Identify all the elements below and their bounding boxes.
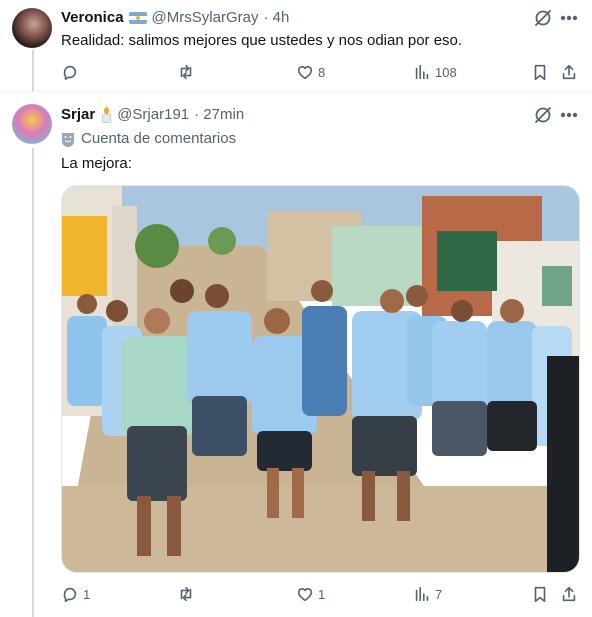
more-icon [560,15,578,21]
community-notes-text: Cuenta de comentarios [81,130,237,147]
views-icon [415,586,429,602]
views-button[interactable]: 7 [413,585,442,603]
tweet-photo[interactable] [61,185,580,573]
like-icon [297,66,313,80]
community-notes-icon [62,132,74,147]
grok-icon [535,10,551,26]
like-button[interactable]: 8 [296,63,325,81]
views-count: 7 [435,586,443,602]
share-button[interactable] [560,63,578,81]
retweet-button[interactable] [177,585,199,603]
like-button[interactable]: 1 [296,585,325,603]
author-name[interactable]: Veronica [61,9,124,26]
tweet-divider [0,91,592,92]
reply-count: 1 [83,586,91,602]
tweet2-header: Srjar @Srjar191 · 27min [61,106,244,123]
views-button[interactable]: 108 [413,63,457,81]
thread-line [32,148,34,617]
srjar-avatar[interactable] [12,104,52,144]
bookmark-icon [534,586,546,603]
tweet-time[interactable]: · 4h [263,9,289,26]
grok-button[interactable] [533,8,553,33]
veronica-avatar[interactable] [12,8,52,48]
retweet-icon [180,64,192,80]
argentina-flag-icon [128,11,147,24]
candle-icon [100,106,112,123]
author-name[interactable]: Srjar [61,106,95,123]
like-icon [297,588,313,602]
thread-line [32,50,34,92]
bookmark-button[interactable] [531,585,549,603]
bookmark-icon [534,64,546,81]
retweet-icon [180,586,192,602]
like-count: 1 [318,586,326,602]
like-count: 8 [318,64,326,80]
reply-icon [63,587,77,603]
reply-button[interactable]: 1 [61,585,90,603]
author-handle[interactable]: @Srjar191 [117,106,189,123]
grok-button[interactable] [533,105,553,130]
tweet-time[interactable]: · 27min [194,106,244,123]
more-button[interactable] [559,105,579,130]
more-icon [560,112,578,118]
tweet1-header: Veronica @MrsSylarGray · 4h [61,9,289,26]
author-handle[interactable]: @MrsSylarGray [152,9,259,26]
share-icon [562,64,576,80]
reply-button[interactable] [61,63,83,81]
retweet-button[interactable] [177,63,199,81]
tweet-text: Realidad: salimos mejores que ustedes y … [61,32,463,49]
bookmark-button[interactable] [531,63,549,81]
views-count: 108 [435,64,457,80]
share-button[interactable] [560,585,578,603]
grok-icon [535,107,551,123]
fans-celebrating-image [62,186,579,572]
share-icon [562,586,576,602]
tweet-text: La mejora: [61,155,132,172]
community-notes-label[interactable]: Cuenta de comentarios [61,130,236,147]
views-icon [415,64,429,80]
reply-icon [63,65,77,81]
more-button[interactable] [559,8,579,33]
